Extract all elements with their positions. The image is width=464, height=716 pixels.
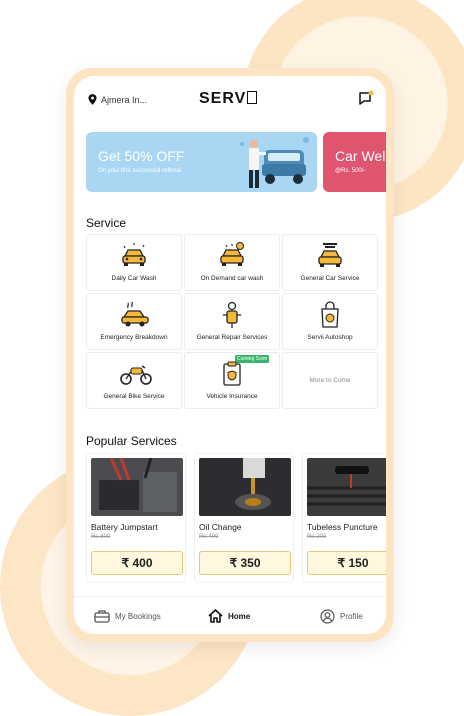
- car-service-icon: [318, 243, 342, 267]
- autoshop-icon: [321, 301, 339, 328]
- bottom-navigation: My Bookings Home Profile: [74, 596, 386, 634]
- service-emergency-breakdown[interactable]: Emergency Breakdown: [86, 293, 182, 350]
- car-wash-icon: [122, 243, 146, 266]
- app-logo: SERV: [199, 90, 258, 108]
- service-daily-car-wash[interactable]: Daily Car Wash: [86, 234, 182, 291]
- service-section-title: Service: [86, 216, 127, 230]
- app-screen: Ajmera In... SERV Get 50% OFF On your fi…: [74, 76, 386, 634]
- location-text: Ajmera In...: [101, 94, 148, 105]
- service-general-repair[interactable]: General Repair Services: [184, 293, 280, 350]
- price-button[interactable]: ₹ 350: [199, 551, 291, 575]
- price-button[interactable]: ₹ 400: [91, 551, 183, 575]
- oil-change-image: [199, 458, 291, 516]
- phone-frame: Ajmera In... SERV Get 50% OFF On your fi…: [66, 68, 394, 642]
- popular-card-battery-jumpstart[interactable]: Battery Jumpstart Rs-500 ₹ 400: [86, 453, 186, 583]
- service-more-to-come: More to Come: [282, 352, 378, 409]
- old-price: Rs-500: [91, 534, 111, 540]
- banner-title: Car Welc: [335, 148, 386, 164]
- bookings-icon: [94, 610, 110, 623]
- service-label: Servii Autoshop: [307, 334, 353, 341]
- service-name: Tubeless Puncture: [307, 522, 378, 532]
- popular-services-title: Popular Services: [86, 434, 177, 448]
- app-header: Ajmera In... SERV: [74, 76, 386, 124]
- popular-card-oil-change[interactable]: Oil Change Rs-400 ₹ 350: [194, 453, 294, 583]
- car-service-illustration: [240, 137, 309, 188]
- service-vehicle-insurance[interactable]: Coming Soon Vehicle Insurance: [184, 352, 280, 409]
- service-name: Battery Jumpstart: [91, 522, 158, 532]
- banner-title: Get 50% OFF: [98, 148, 185, 164]
- on-demand-wash-icon: [220, 242, 244, 266]
- service-label: Vehicle Insurance: [206, 393, 258, 400]
- location-selector[interactable]: Ajmera In...: [88, 94, 147, 105]
- old-price: Rs-400: [199, 534, 219, 540]
- location-pin-icon: [88, 94, 97, 105]
- service-label: General Bike Service: [103, 393, 165, 400]
- battery-jumpstart-image: [91, 458, 183, 516]
- promo-banner-car-welcome[interactable]: Car Welc @Rs. 500/-: [323, 132, 386, 192]
- bike-icon: [120, 365, 152, 385]
- nav-profile[interactable]: Profile: [320, 609, 363, 624]
- repair-icon: [223, 301, 241, 328]
- nav-my-bookings[interactable]: My Bookings: [94, 609, 161, 623]
- service-label: General Car Service: [300, 275, 360, 282]
- breakdown-icon: [121, 301, 149, 327]
- nav-label: Home: [228, 611, 251, 621]
- old-price: Rs-200: [307, 534, 327, 540]
- promo-carousel[interactable]: Get 50% OFF On your first successful ref…: [86, 132, 386, 194]
- service-servii-autoshop[interactable]: Servii Autoshop: [282, 293, 378, 350]
- insurance-icon: [223, 361, 241, 386]
- service-label: General Repair Services: [196, 334, 268, 341]
- service-label: Emergency Breakdown: [100, 334, 168, 341]
- nav-label: My Bookings: [115, 611, 161, 621]
- profile-icon: [320, 609, 335, 624]
- nav-home[interactable]: Home: [208, 609, 250, 623]
- price-button[interactable]: ₹ 150: [307, 551, 386, 575]
- service-label: Daily Car Wash: [111, 275, 157, 282]
- tubeless-puncture-image: [307, 458, 386, 516]
- service-general-bike-service[interactable]: General Bike Service: [86, 352, 182, 409]
- service-name: Oil Change: [199, 522, 242, 532]
- banner-subtitle: @Rs. 500/-: [335, 168, 366, 174]
- chat-icon[interactable]: [358, 90, 374, 106]
- nav-label: Profile: [340, 612, 363, 621]
- service-label: On Demand car wash: [200, 275, 264, 282]
- popular-services-list[interactable]: Battery Jumpstart Rs-500 ₹ 400 Oil Chang…: [86, 453, 386, 587]
- popular-card-tubeless-puncture[interactable]: Tubeless Puncture Rs-200 ₹ 150: [302, 453, 386, 583]
- banner-subtitle: On your first successful referral: [98, 168, 182, 174]
- service-on-demand-car-wash[interactable]: On Demand car wash: [184, 234, 280, 291]
- more-to-come-label: More to Come: [309, 377, 351, 384]
- service-general-car-service[interactable]: General Car Service: [282, 234, 378, 291]
- home-icon: [208, 609, 223, 623]
- promo-banner-referral[interactable]: Get 50% OFF On your first successful ref…: [86, 132, 317, 192]
